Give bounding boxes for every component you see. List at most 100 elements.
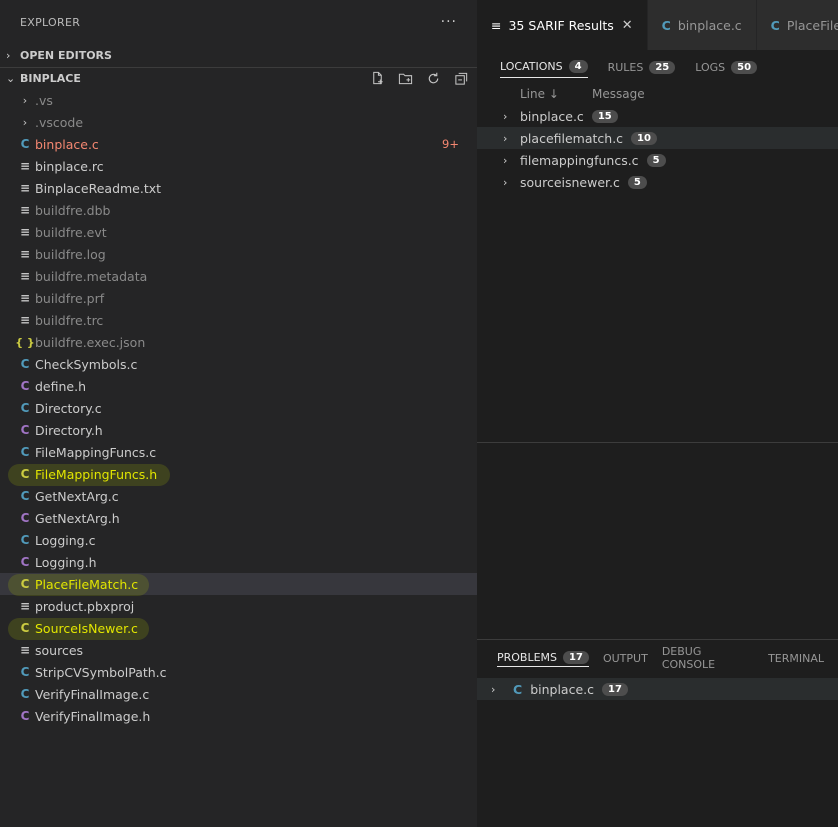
sarif-results-icon: ≡ — [491, 17, 502, 33]
file-item[interactable]: Cdefine.h — [0, 375, 477, 397]
c-file-icon: C — [20, 621, 30, 635]
editor-tab[interactable]: Cbinplace.c — [647, 0, 757, 50]
sarif-tab-logs[interactable]: LOGS 50 — [695, 60, 758, 78]
file-name: Directory.h — [35, 422, 103, 438]
file-item[interactable]: ≡ sources — [0, 639, 477, 661]
file-item[interactable]: Cbinplace.c 9+ — [0, 133, 477, 155]
text-file-icon: ≡ — [19, 313, 31, 327]
open-editors-section[interactable]: › OPEN EDITORS — [0, 44, 477, 66]
file-item[interactable]: ≡ buildfre.trc — [0, 309, 477, 331]
file-item[interactable]: ≡ binplace.rc — [0, 155, 477, 177]
c-file-icon: C — [20, 533, 30, 547]
project-label: BINPLACE — [20, 72, 81, 85]
new-folder-icon[interactable] — [397, 71, 413, 87]
c-file-icon: C — [20, 577, 30, 591]
text-file-icon: ≡ — [19, 643, 31, 657]
file-item[interactable]: C PlaceFileMatch.c — [0, 573, 477, 596]
c-file-icon: C — [20, 137, 30, 151]
file-name: Logging.c — [35, 532, 96, 548]
c-file-icon: C — [20, 687, 30, 701]
chevron-right-icon: › — [491, 682, 496, 696]
c-file-icon: C — [20, 489, 30, 503]
file-item[interactable]: { } buildfre.exec.json — [0, 331, 477, 353]
file-item[interactable]: ≡ buildfre.dbb — [0, 199, 477, 221]
panel-tab-output[interactable]: OUTPUT — [603, 652, 648, 667]
project-section[interactable]: ⌄ BINPLACE — [0, 67, 477, 89]
pane-divider[interactable] — [477, 442, 838, 443]
file-item[interactable]: ≡ product.pbxproj — [0, 595, 477, 617]
sarif-tab-rules[interactable]: RULES 25 — [608, 60, 676, 78]
file-item[interactable]: C VerifyFinalImage.c — [0, 683, 477, 705]
file-name: .vs — [35, 92, 53, 108]
file-item[interactable]: C VerifyFinalImage.h — [0, 705, 477, 727]
file-item[interactable]: › .vscode — [0, 111, 477, 133]
text-file-icon: ≡ — [19, 269, 31, 283]
file-name: FileMappingFuncs.c — [35, 444, 157, 460]
panel-tab-problems[interactable]: PROBLEMS 17 — [497, 651, 589, 667]
panel-tab-terminal[interactable]: TERMINAL — [768, 652, 824, 667]
file-item[interactable]: C Directory.h — [0, 419, 477, 441]
file-item[interactable]: ≡ BinplaceReadme.txt — [0, 177, 477, 199]
h-file-icon: C — [20, 709, 30, 723]
file-item[interactable]: ≡ buildfre.log — [0, 243, 477, 265]
message-column-header[interactable]: Message — [592, 87, 645, 101]
chevron-right-icon: › — [22, 93, 28, 107]
panel-tab-debug-console[interactable]: DEBUG CONSOLE — [662, 645, 754, 673]
editor-tab[interactable]: C PlaceFileM — [756, 0, 838, 50]
editor-area: ≡35 SARIF Results✕Cbinplace.cCPlaceFileM… — [477, 0, 838, 827]
more-actions-icon[interactable]: ··· — [441, 14, 457, 30]
file-item[interactable]: ≡ buildfre.prf — [0, 287, 477, 309]
explorer-sidebar: EXPLORER ··· › OPEN EDITORS ⌄ BINPLACE ›… — [0, 0, 477, 827]
location-row[interactable]: › sourceisnewer.c 5 — [477, 171, 838, 193]
sarif-tabs: LOCATIONS 4 RULES 25 LOGS 50 — [477, 58, 838, 80]
file-name: GetNextArg.h — [35, 510, 120, 526]
file-item[interactable]: C StripCVSymbolPath.c — [0, 661, 477, 683]
file-name: CheckSymbols.c — [35, 356, 138, 372]
collapse-all-icon[interactable] — [453, 71, 469, 87]
new-file-icon[interactable] — [369, 71, 385, 87]
file-item[interactable]: C FileMappingFuncs.c — [0, 441, 477, 463]
file-item[interactable]: C CheckSymbols.c — [0, 353, 477, 375]
c-file-icon: C — [513, 681, 523, 697]
refresh-icon[interactable] — [425, 71, 441, 87]
text-file-icon: ≡ — [19, 159, 31, 173]
sarif-tab-locations[interactable]: LOCATIONS 4 — [500, 60, 588, 78]
c-file-icon: C — [20, 357, 30, 371]
panel-tab-label: PROBLEMS — [497, 651, 558, 664]
file-item[interactable]: ≡ buildfre.metadata — [0, 265, 477, 287]
file-tree: › .vs › .vscode Cbinplace.c 9+ ≡ binplace.rc ≡ Bi… — [0, 89, 477, 727]
file-name: Logging.h — [35, 554, 97, 570]
count-badge: 4 — [568, 60, 588, 73]
open-editors-label: OPEN EDITORS — [20, 48, 112, 62]
c-file-icon: C — [20, 665, 30, 679]
count-badge: 25 — [649, 60, 676, 74]
file-name: define.h — [35, 378, 87, 394]
problem-count-badge: 17 — [602, 682, 628, 696]
file-item[interactable]: C Logging.c — [0, 529, 477, 551]
file-item[interactable]: › .vs — [0, 89, 477, 111]
file-item[interactable]: ≡ buildfre.evt — [0, 221, 477, 243]
explorer-toolbar — [369, 71, 477, 87]
location-row[interactable]: › filemappingfuncs.c 5 — [477, 149, 838, 171]
location-row[interactable]: › binplace.c 15 — [477, 105, 838, 127]
file-item[interactable]: C SourceIsNewer.c — [0, 617, 477, 640]
line-column-header[interactable]: Line ↓ — [520, 87, 592, 101]
locations-list: › binplace.c 15 › placefilematch.c 10 › filemap… — [477, 105, 838, 193]
json-file-icon: { } — [15, 335, 35, 349]
file-item[interactable]: C GetNextArg.c — [0, 485, 477, 507]
file-item[interactable]: C FileMappingFuncs.h — [0, 463, 477, 486]
count-badge: 5 — [627, 175, 647, 189]
file-name: FileMappingFuncs.h — [35, 466, 158, 482]
chevron-right-icon: › — [503, 175, 508, 189]
file-item[interactable]: C GetNextArg.h — [0, 507, 477, 529]
editor-tab[interactable]: ≡ 35 SARIF Results ✕ — [477, 0, 648, 50]
location-file-name: sourceisnewer.c — [520, 174, 620, 190]
panel-tab-label: DEBUG CONSOLE — [661, 645, 716, 671]
file-item[interactable]: C Logging.h — [0, 551, 477, 573]
file-item[interactable]: C Directory.c — [0, 397, 477, 419]
location-row[interactable]: › placefilematch.c 10 — [477, 127, 838, 149]
file-name: PlaceFileMatch.c — [35, 576, 139, 592]
problem-file-row[interactable]: › C binplace.c 17 — [477, 678, 838, 700]
close-icon[interactable]: ✕ — [622, 18, 633, 33]
text-file-icon: ≡ — [19, 247, 31, 261]
